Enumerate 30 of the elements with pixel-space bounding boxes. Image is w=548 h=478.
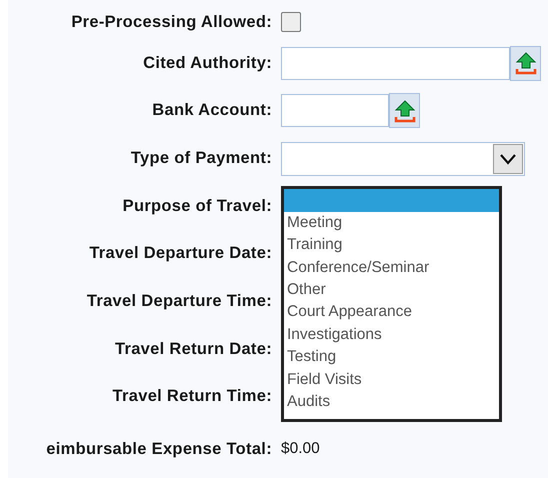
upload-icon: [514, 51, 536, 76]
field-label: Purpose of Travel:: [122, 196, 272, 216]
dropdown-option[interactable]: Audits: [284, 390, 499, 414]
field-label: Travel Departure Time:: [86, 292, 272, 312]
dropdown-option[interactable]: Field Visits: [284, 368, 499, 391]
dropdown-option[interactable]: Testing: [284, 346, 499, 369]
dropdown-option[interactable]: Meeting: [284, 212, 499, 234]
lookup-button[interactable]: [510, 46, 541, 81]
checkbox[interactable]: [281, 12, 301, 32]
field-label: eimbursable Expense Total:: [46, 440, 272, 459]
field-label: Bank Account:: [152, 101, 272, 120]
text-field[interactable]: [281, 46, 510, 80]
field-label: Travel Departure Date:: [89, 244, 272, 264]
field-label: Type of Payment:: [130, 149, 272, 168]
lookup-button[interactable]: [389, 93, 420, 128]
field-label: Pre-Processing Allowed:: [71, 12, 272, 32]
dropdown-option[interactable]: Other: [284, 278, 499, 302]
dropdown-option[interactable]: Training: [284, 234, 499, 257]
dropdown-option[interactable]: Conference/Seminar: [284, 256, 499, 279]
dropdown-option[interactable]: Investigations: [284, 324, 499, 346]
field-label: Travel Return Date:: [115, 340, 272, 359]
field-label: Cited Authority:: [143, 54, 272, 73]
text-field[interactable]: [281, 94, 389, 128]
chevron-down-icon: [499, 152, 517, 165]
dropdown-field[interactable]: [281, 142, 525, 176]
field-label: Travel Return Time:: [112, 387, 272, 406]
dropdown-option[interactable]: [284, 189, 499, 212]
upload-icon: [394, 98, 416, 123]
dropdown-option[interactable]: Court Appearance: [284, 301, 499, 324]
total-value: $0.00: [281, 440, 321, 458]
